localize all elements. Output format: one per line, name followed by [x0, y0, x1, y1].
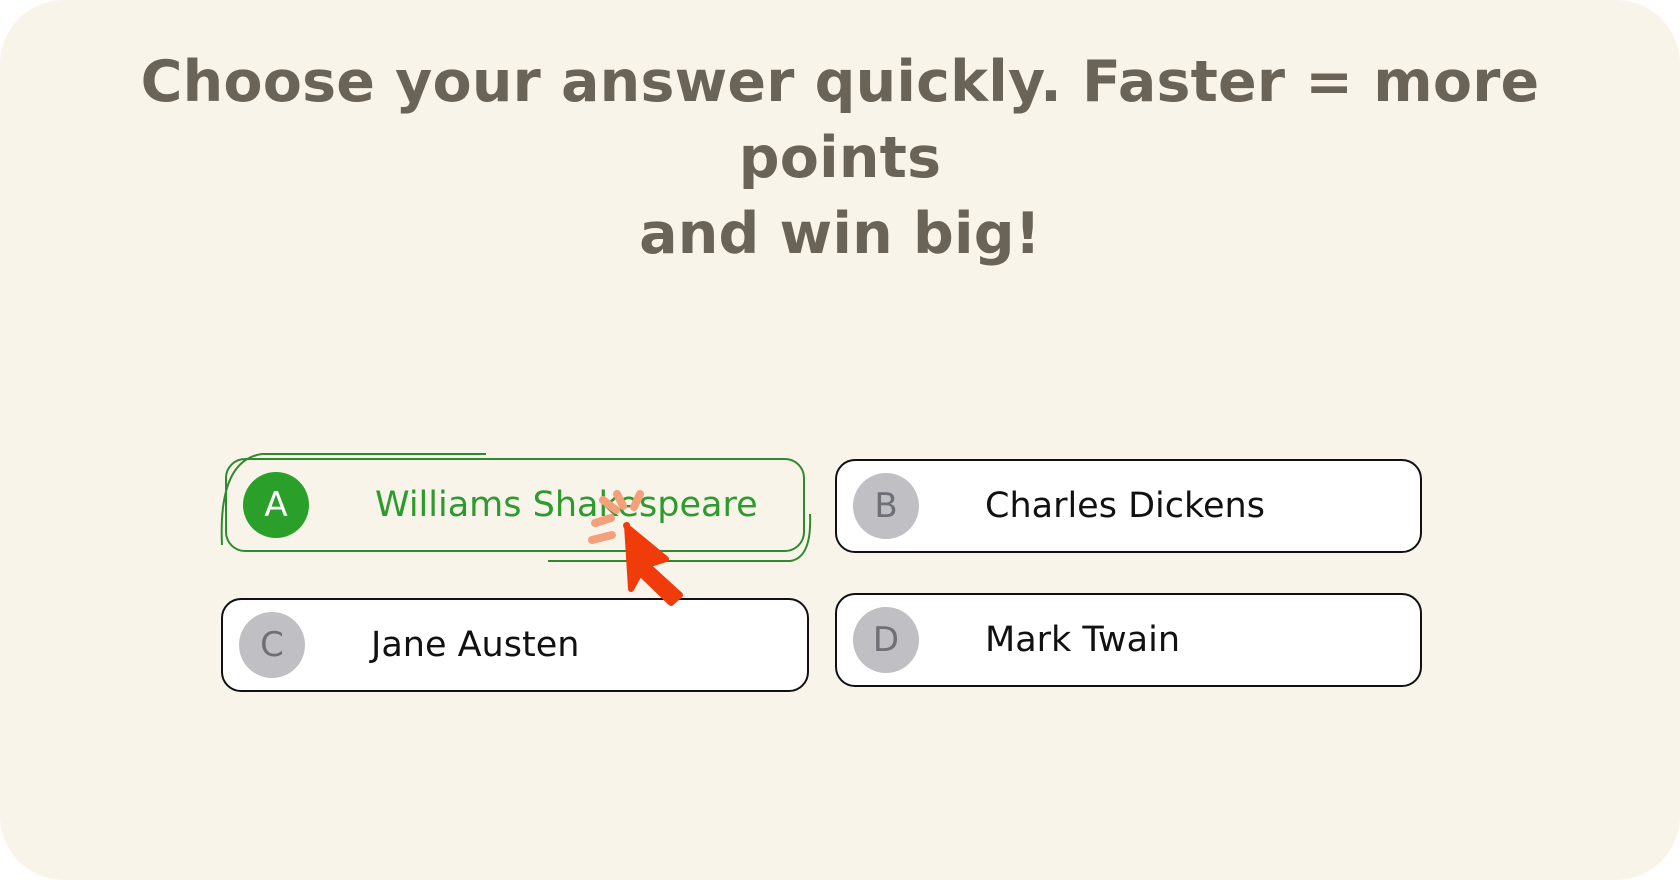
- option-label-b: Charles Dickens: [985, 486, 1265, 526]
- option-letter-badge-d: D: [853, 607, 919, 673]
- option-label-d: Mark Twain: [985, 620, 1180, 660]
- prompt-line-2: and win big!: [639, 201, 1041, 267]
- option-label-c: Jane Austen: [371, 625, 580, 665]
- question-prompt: Choose your answer quickly. Faster = mor…: [100, 44, 1580, 272]
- answer-option-b[interactable]: B Charles Dickens: [835, 459, 1422, 553]
- quiz-card: Choose your answer quickly. Faster = mor…: [0, 0, 1680, 880]
- answer-option-c[interactable]: C Jane Austen: [221, 598, 809, 692]
- option-letter-badge-c: C: [239, 612, 305, 678]
- answer-option-d[interactable]: D Mark Twain: [835, 593, 1422, 687]
- option-label-a: Williams Shakespeare: [375, 485, 758, 525]
- option-letter-badge-b: B: [853, 473, 919, 539]
- prompt-line-1: Choose your answer quickly. Faster = mor…: [140, 49, 1540, 191]
- answer-option-a[interactable]: A Williams Shakespeare: [225, 458, 805, 552]
- option-letter-badge-a: A: [243, 472, 309, 538]
